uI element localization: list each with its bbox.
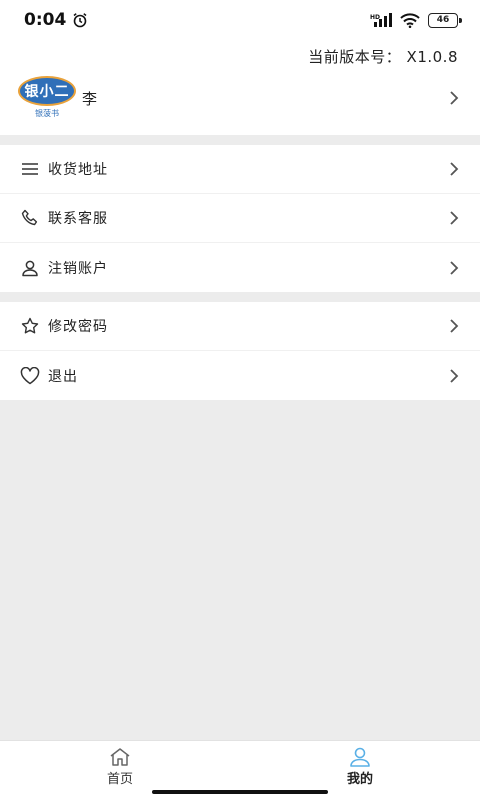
chevron-right-icon <box>450 319 459 333</box>
phone-icon <box>20 208 40 228</box>
app-logo: 银小二 银菠书 <box>18 76 76 120</box>
chevron-right-icon <box>450 368 459 383</box>
menu-item-label: 退出 <box>48 368 78 385</box>
chevron-right-icon <box>450 162 459 176</box>
battery-level: 46 <box>436 15 450 25</box>
home-icon <box>110 748 130 766</box>
wifi-icon <box>400 12 420 28</box>
cell-signal-icon: HD <box>370 13 392 27</box>
menu-item-change-password[interactable]: 修改密码 <box>0 302 480 351</box>
star-icon <box>20 316 40 336</box>
chevron-right-icon <box>450 211 459 225</box>
menu-item-label: 联系客服 <box>48 211 108 227</box>
tab-label: 我的 <box>346 772 373 787</box>
profile-header[interactable]: 当前版本号： X1.0.8 银小二 银菠书 李 <box>0 40 480 135</box>
user-name: 李 <box>82 90 98 108</box>
menu-item-label: 修改密码 <box>48 319 108 335</box>
status-bar: 0:04 HD 46 <box>0 0 480 40</box>
status-time: 0:04 <box>24 10 67 30</box>
menu-item-label: 收货地址 <box>48 162 108 178</box>
svg-text:HD: HD <box>370 14 380 21</box>
heart-icon <box>20 366 40 386</box>
version-label: 当前版本号： X1.0.8 <box>308 48 458 66</box>
home-indicator <box>152 790 328 794</box>
status-right: HD 46 <box>370 12 462 28</box>
menu-item-delete-account[interactable]: 注销账户 <box>0 243 480 292</box>
battery-icon: 46 <box>428 12 462 28</box>
alarm-icon <box>73 13 87 28</box>
menu-group-account: 收货地址 联系客服 注销账户 <box>0 145 480 292</box>
chevron-right-icon <box>450 260 459 275</box>
menu-item-shipping-address[interactable]: 收货地址 <box>0 145 480 194</box>
logo-badge: 银小二 <box>18 76 76 106</box>
menu-group-security: 修改密码 退出 <box>0 302 480 400</box>
status-left: 0:04 <box>24 10 88 30</box>
menu-item-logout[interactable]: 退出 <box>0 351 480 400</box>
menu-item-customer-service[interactable]: 联系客服 <box>0 194 480 243</box>
profile-icon <box>350 747 370 767</box>
logo-subtitle: 银菠书 <box>35 109 59 118</box>
menu-lines-icon <box>20 159 40 179</box>
chevron-right-icon <box>450 91 459 105</box>
user-icon <box>20 258 40 278</box>
menu-item-label: 注销账户 <box>48 260 108 277</box>
tab-label: 首页 <box>106 772 133 787</box>
